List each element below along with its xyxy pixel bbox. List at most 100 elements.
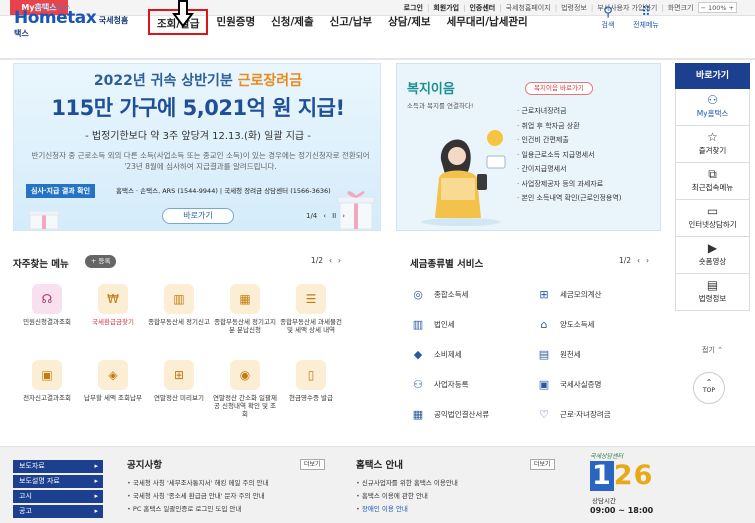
coin-icon: ₩ bbox=[98, 284, 128, 314]
tax-type-item[interactable]: ⊞ 세금모의계산 bbox=[536, 286, 654, 302]
tax-type-item[interactable]: ▥ 법인세 bbox=[410, 316, 528, 332]
chat-icon: ▭ bbox=[706, 204, 719, 218]
frequent-menu-item[interactable]: ◉ 연말정산 간소화 일괄제공 신청내역 확인 및 조회 bbox=[213, 360, 277, 418]
notice-more-button[interactable]: 더보기 bbox=[300, 459, 325, 470]
info-more-button[interactable]: 더보기 bbox=[530, 459, 555, 470]
woman-with-phone-illustration bbox=[421, 130, 506, 226]
frequent-menu-item[interactable]: ◈ 납부할 세액 조회납부 bbox=[81, 360, 145, 402]
welfare-goto-button[interactable]: 복지이음 바로가기 bbox=[525, 82, 593, 95]
welfare-item[interactable]: 인건비 간편제출 bbox=[517, 133, 622, 148]
wallet-icon: ◈ bbox=[98, 360, 128, 390]
frequent-menu-pager: 1/2 ‹ › bbox=[311, 256, 341, 265]
prev-button[interactable]: ‹ bbox=[637, 256, 640, 265]
hometax-logo[interactable]: 편리한 납세서비스 Hometax 국세청홈택스 bbox=[14, 6, 134, 38]
tax-type-item[interactable]: ◎ 종합소득세 bbox=[410, 286, 528, 302]
all-menu-button[interactable]: ⠿ 전체메뉴 bbox=[628, 6, 664, 30]
calculator-icon: ⊞ bbox=[539, 287, 549, 301]
top-button[interactable]: ⌃ TOP bbox=[693, 372, 725, 404]
nav-application[interactable]: 신청/제출 bbox=[263, 9, 321, 35]
quick-bar-title: 바로가기 bbox=[675, 63, 750, 89]
welfare-item[interactable]: 본인 소득내역 확인(근로인정용역) bbox=[517, 191, 621, 206]
tax-type-title: 세금종류별 서비스 bbox=[410, 259, 484, 270]
nav-filing-payment[interactable]: 신고/납부 bbox=[322, 9, 380, 35]
info-item[interactable]: 홈택스 이용에 관한 안내 bbox=[356, 490, 458, 503]
welfare-panel: 복지이음 소득과 복지를 연결하다! 복지이음 바로가기 근로자녀장려금 취업 … bbox=[396, 63, 661, 231]
next-button[interactable]: › bbox=[646, 256, 649, 265]
notice-item[interactable]: 국세청 사칭 '종소세 환급금 안내' 문자 주의 안내 bbox=[127, 490, 268, 503]
prev-button[interactable]: ‹ bbox=[329, 256, 332, 265]
banner-pause-button[interactable]: II bbox=[332, 212, 336, 220]
quick-favorites[interactable]: ☆ 즐겨찾기 bbox=[675, 126, 750, 163]
press-release-link[interactable]: 보도자료 bbox=[13, 460, 103, 473]
tax-type-item[interactable]: ⌂ 양도소득세 bbox=[536, 316, 654, 332]
frequent-menu-register-button[interactable]: + 등록 bbox=[85, 255, 117, 268]
frequent-menu-item[interactable]: ▣ 전자신고결과조회 bbox=[15, 360, 79, 402]
quick-fold-button[interactable]: 접기 ⌃ bbox=[675, 341, 750, 361]
info-item[interactable]: 장애인 이용 안내 bbox=[356, 503, 458, 516]
quick-recent-menu[interactable]: ⧉ 최근접속메뉴 bbox=[675, 163, 750, 200]
tax-type-item[interactable]: ▦ 공익법인결산서류 bbox=[410, 406, 528, 422]
tax-type-item[interactable]: ◆ 소비제세 bbox=[410, 346, 528, 362]
zoom-in-button[interactable]: + bbox=[729, 4, 734, 12]
next-button[interactable]: › bbox=[338, 256, 341, 265]
quick-label: My홈택스 bbox=[696, 109, 729, 118]
person-icon: ⚇ bbox=[707, 93, 718, 107]
banner-next-button[interactable]: › bbox=[342, 212, 345, 220]
frequent-menu-item[interactable]: ☊ 민원신청결과조회 bbox=[15, 284, 79, 326]
frequent-menu-item[interactable]: ▥ 종합부동산세 정기신고 bbox=[147, 284, 211, 326]
tax-type-pager: 1/2 ‹ › bbox=[619, 256, 649, 265]
list-icon: ☰ bbox=[296, 284, 326, 314]
zoom-out-button[interactable]: − bbox=[701, 4, 706, 12]
frequent-menu-item[interactable]: ₩ 국세환급금찾기 bbox=[81, 284, 145, 326]
nav-civil-certificate[interactable]: 민원증명 bbox=[208, 9, 263, 35]
frequent-menu-item[interactable]: ▯ 현금영수증 발급 bbox=[279, 360, 343, 402]
banner-subtitle: - 법정기한보다 약 3주 앞당겨 12.13.(화) 일괄 지급 - bbox=[85, 131, 311, 142]
notice-item[interactable]: 국세청 사칭 '세무조사통지서' 해킹 메일 주의 안내 bbox=[127, 477, 269, 490]
welfare-item[interactable]: 간이지급명세서 bbox=[517, 162, 622, 177]
main-banner[interactable]: 2022년 귀속 상반기분 근로장려금 115만 가구에 5,021억 원 지급… bbox=[13, 63, 381, 231]
tax-type-label: 종합소득세 bbox=[434, 289, 469, 299]
banner-prev-button[interactable]: ‹ bbox=[323, 212, 326, 220]
banner-description: 반기신청자 중 근로소득 외의 다른 소득(사업소득 또는 종교인 소득)이 있… bbox=[31, 151, 370, 171]
notification-link[interactable]: 고시 bbox=[13, 490, 103, 503]
tax-type-item[interactable]: ▤ 원천세 bbox=[536, 346, 654, 362]
banner-goto-button[interactable]: 바로가기 bbox=[162, 208, 234, 224]
quick-law-info[interactable]: ▤ 법령정보 bbox=[675, 274, 750, 311]
welfare-list: 근로자녀장려금 취업 후 학자금 상환 인건비 간편제출 일용근로소득 지급명세… bbox=[517, 104, 622, 206]
welfare-item[interactable]: 근로자녀장려금 bbox=[517, 104, 622, 119]
law-info-link[interactable]: 법령정보 bbox=[561, 3, 587, 13]
welfare-title: 복지이음 bbox=[407, 82, 455, 97]
press-explanation-link[interactable]: 보도설명 자료 bbox=[13, 475, 103, 488]
frequent-menu-item[interactable]: ⊞ 연말정산 미리보기 bbox=[147, 360, 211, 402]
frequent-menu-item[interactable]: ▦ 종합부동산세 정기고지분 분납신청 bbox=[213, 284, 277, 334]
banner-result-chip[interactable]: 심사·지급 결과 확인 bbox=[26, 184, 96, 198]
logo-tagline: 편리한 납세서비스 bbox=[36, 6, 71, 11]
nav-consult-report[interactable]: 상담/제보 bbox=[380, 9, 438, 35]
welfare-item[interactable]: 취업 후 학자금 상환 bbox=[517, 119, 622, 134]
notice-item[interactable]: PC 홈택스 일괄인증로 로그인 도입 안내 bbox=[127, 503, 268, 516]
calculator-icon: ⊞ bbox=[164, 360, 194, 390]
search-button[interactable]: ⚲ 검색 bbox=[596, 6, 620, 30]
receipt-icon: ▯ bbox=[296, 360, 326, 390]
nav-tax-agent[interactable]: 세무대리/납세관리 bbox=[439, 9, 536, 35]
quick-my-hometax[interactable]: ⚇ My홈택스 bbox=[675, 89, 750, 126]
info-item[interactable]: 신규사업자를 위한 홈택스 이용안내 bbox=[356, 477, 458, 490]
quick-label: 인터넷상담하기 bbox=[688, 220, 737, 229]
frequent-menu-label: 민원신청결과조회 bbox=[23, 318, 71, 326]
announcement-link[interactable]: 공고 bbox=[13, 505, 103, 518]
frequent-menu-label: 납부할 세액 조회납부 bbox=[84, 394, 142, 402]
quick-short-video[interactable]: ▶ 숏폼영상 bbox=[675, 237, 750, 274]
tax-type-item[interactable]: ▣ 국세사실증명 bbox=[536, 376, 654, 392]
frequent-menu-item[interactable]: ☰ 종합부동산세 과세물건 및 세액 상세 내역 bbox=[279, 284, 343, 334]
welfare-item[interactable]: 사업장제공자 등의 과세자료 bbox=[517, 177, 622, 192]
frequent-menu-label: 국세환급금찾기 bbox=[92, 318, 134, 326]
welfare-item[interactable]: 일용근로소득 지급명세서 bbox=[517, 148, 622, 163]
quick-online-consult[interactable]: ▭ 인터넷상담하기 bbox=[675, 200, 750, 237]
tax-type-item[interactable]: ♡ 근로·자녀장려금 bbox=[536, 406, 654, 422]
tax-type-item[interactable]: ⚇ 사업자등록 bbox=[410, 376, 528, 392]
welfare-subtitle: 소득과 복지를 연결하다! bbox=[407, 102, 474, 110]
play-icon: ▶ bbox=[707, 241, 718, 255]
down-arrow-annotation-icon bbox=[172, 0, 194, 28]
star-icon: ☆ bbox=[707, 130, 718, 144]
banner-page-number: 1/4 bbox=[306, 212, 318, 220]
